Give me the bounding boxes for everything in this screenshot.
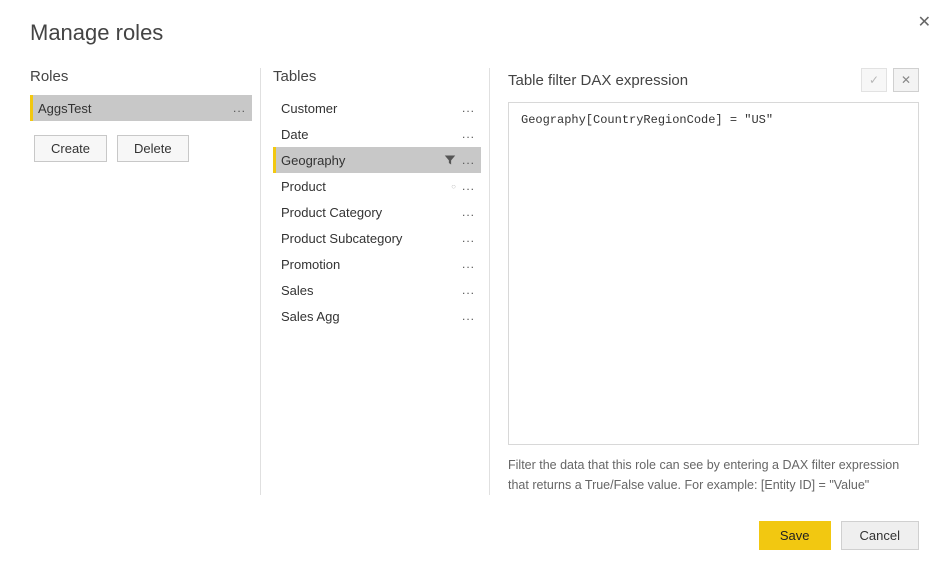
table-item-label: Product Subcategory <box>281 231 462 246</box>
tables-header: Tables <box>273 68 489 85</box>
ellipsis-icon[interactable]: ... <box>462 231 475 245</box>
table-item-label: Customer <box>281 101 462 116</box>
table-item-label: Sales Agg <box>281 309 462 324</box>
ellipsis-icon[interactable]: ... <box>462 283 475 297</box>
tables-panel: Tables Customer...Date...Geography...Pro… <box>260 68 490 495</box>
roles-header: Roles <box>30 68 260 85</box>
ellipsis-icon[interactable]: ... <box>233 101 246 115</box>
manage-roles-dialog: ✕ Manage roles Roles AggsTest... Create … <box>0 0 949 570</box>
table-item-label: Promotion <box>281 257 462 272</box>
dax-icon-buttons: ✓ ✕ <box>861 68 919 92</box>
role-item-label: AggsTest <box>38 101 233 116</box>
revert-icon[interactable]: ✕ <box>893 68 919 92</box>
cancel-button[interactable]: Cancel <box>841 521 919 550</box>
ellipsis-icon[interactable]: ... <box>462 205 475 219</box>
dax-header-row: Table filter DAX expression ✓ ✕ <box>508 68 919 92</box>
table-item-label: Sales <box>281 283 462 298</box>
table-item[interactable]: Sales... <box>273 277 481 303</box>
table-item[interactable]: Sales Agg... <box>273 303 481 329</box>
confirm-icon[interactable]: ✓ <box>861 68 887 92</box>
table-item[interactable]: Product○... <box>273 173 481 199</box>
table-item[interactable]: Geography... <box>273 147 481 173</box>
ellipsis-icon[interactable]: ... <box>462 101 475 115</box>
roles-panel: Roles AggsTest... Create Delete <box>30 68 260 495</box>
save-button[interactable]: Save <box>759 521 831 550</box>
dax-expression-input[interactable] <box>508 102 919 445</box>
table-item-label: Product Category <box>281 205 462 220</box>
table-item[interactable]: Product Subcategory... <box>273 225 481 251</box>
ellipsis-icon[interactable]: ... <box>462 127 475 141</box>
tables-list: Customer...Date...Geography...Product○..… <box>273 95 481 329</box>
table-item-label: Product <box>281 179 451 194</box>
table-item[interactable]: Promotion... <box>273 251 481 277</box>
table-item[interactable]: Customer... <box>273 95 481 121</box>
delete-button[interactable]: Delete <box>117 135 189 162</box>
ellipsis-icon[interactable]: ... <box>462 153 475 167</box>
table-item[interactable]: Product Category... <box>273 199 481 225</box>
dialog-title: Manage roles <box>30 20 919 46</box>
dialog-footer: Save Cancel <box>30 513 919 550</box>
role-item[interactable]: AggsTest... <box>30 95 252 121</box>
table-item-label: Date <box>281 127 462 142</box>
dax-hint-text: Filter the data that this role can see b… <box>508 455 919 495</box>
create-button[interactable]: Create <box>34 135 107 162</box>
roles-list: AggsTest... <box>30 95 252 121</box>
dax-panel: Table filter DAX expression ✓ ✕ Filter t… <box>490 68 919 495</box>
table-item[interactable]: Date... <box>273 121 481 147</box>
columns: Roles AggsTest... Create Delete Tables C… <box>30 68 919 495</box>
ellipsis-icon[interactable]: ... <box>462 309 475 323</box>
dot-icon: ○ <box>451 182 456 191</box>
ellipsis-icon[interactable]: ... <box>462 257 475 271</box>
table-item-label: Geography <box>281 153 444 168</box>
role-buttons: Create Delete <box>30 135 260 162</box>
dax-header: Table filter DAX expression <box>508 72 688 89</box>
close-icon[interactable]: ✕ <box>918 12 931 32</box>
ellipsis-icon[interactable]: ... <box>462 179 475 193</box>
filter-icon <box>444 154 456 166</box>
